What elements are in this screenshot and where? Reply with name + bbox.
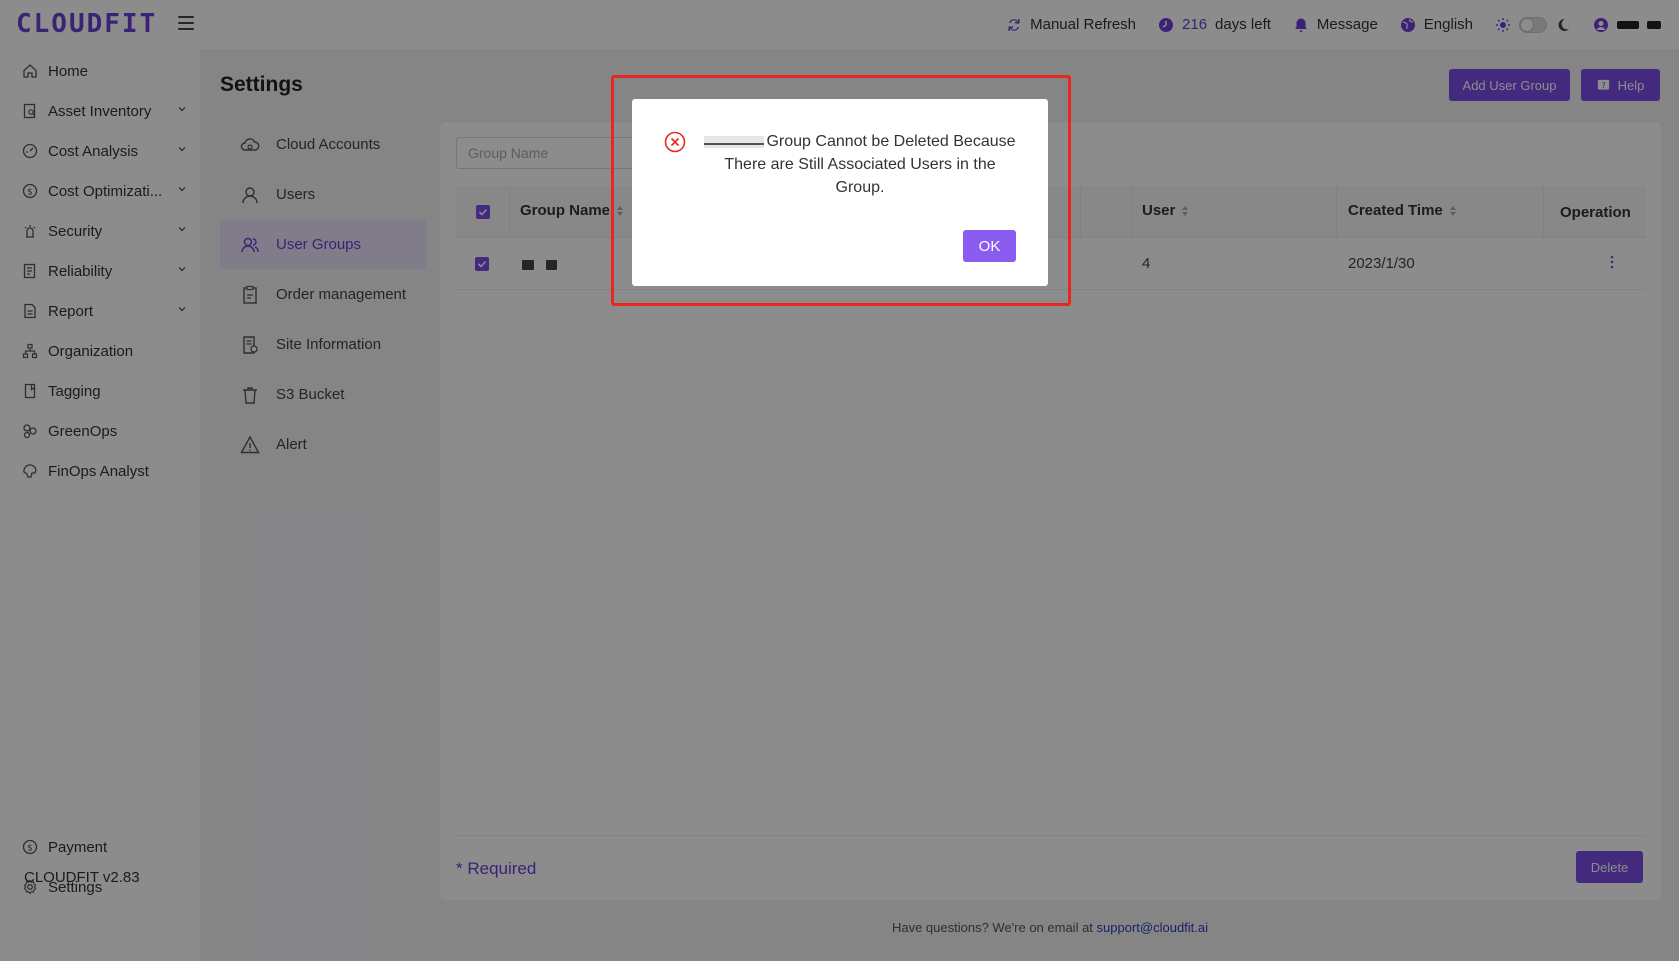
ok-button[interactable]: OK bbox=[963, 230, 1016, 262]
dialog-message: Group Cannot be Deleted Because There ar… bbox=[700, 130, 1020, 199]
error-dialog: Group Cannot be Deleted Because There ar… bbox=[632, 99, 1048, 286]
redacted-group-name bbox=[704, 135, 765, 148]
error-icon bbox=[664, 131, 686, 153]
dialog-message-text: Group Cannot be Deleted Because There ar… bbox=[724, 133, 1016, 196]
